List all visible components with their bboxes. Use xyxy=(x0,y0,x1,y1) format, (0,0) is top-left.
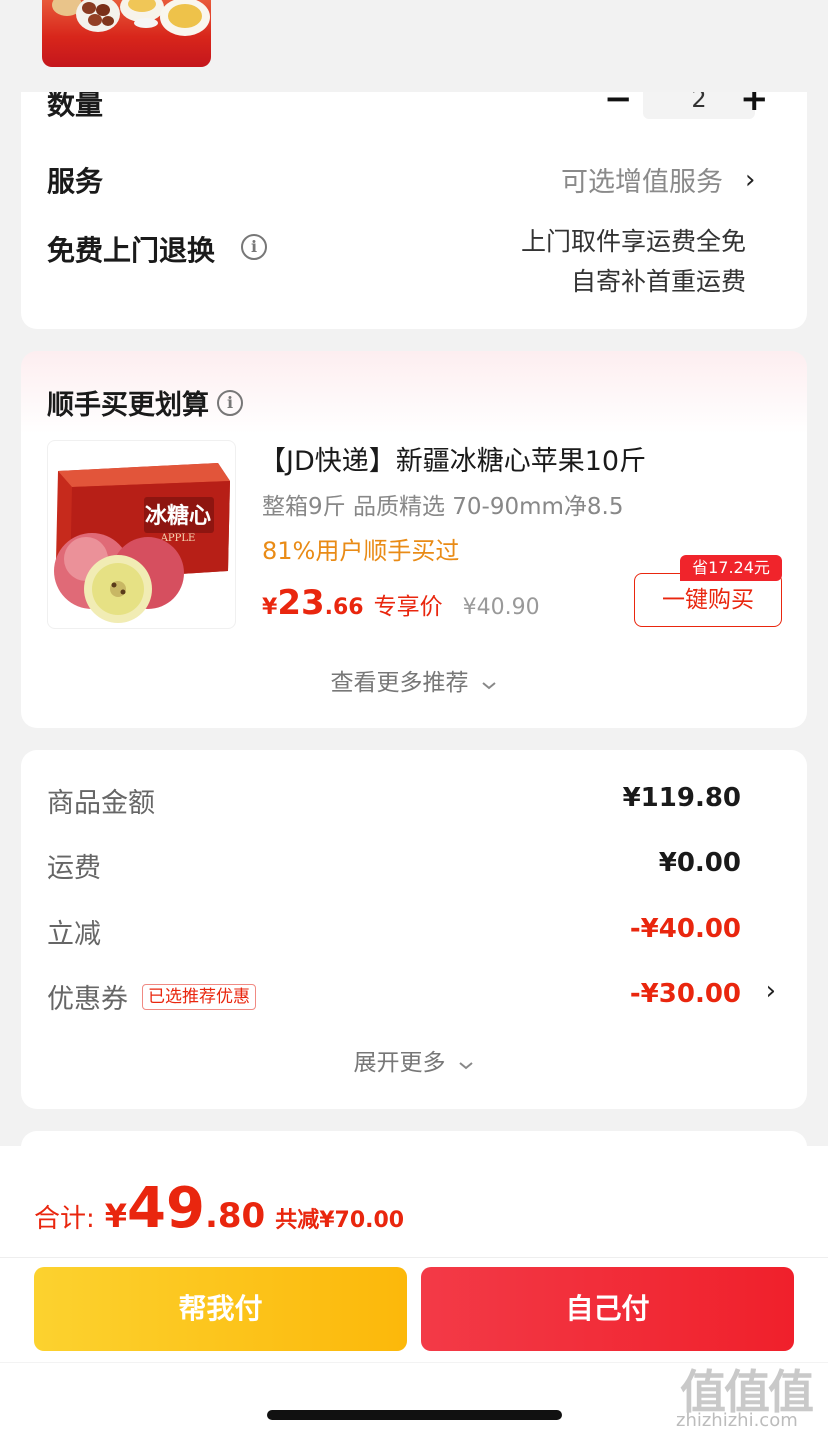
total-label: 合计: xyxy=(34,1204,95,1234)
watermark-url: zhizhizhi.com xyxy=(676,1410,798,1431)
free-return-info: 上门取件享运费全免 自寄补首重运费 xyxy=(521,222,746,302)
buyers-stat: 81%用户顺手买过 xyxy=(262,537,460,565)
help-me-pay-button[interactable]: 帮我付 xyxy=(34,1267,407,1351)
chevron-down-icon xyxy=(458,1061,473,1069)
recommendation-title: 顺手买更划算 xyxy=(47,390,209,421)
coupon-row[interactable]: 优惠券 已选推荐优惠 xyxy=(47,977,256,1016)
product-thumbnail xyxy=(42,0,211,67)
price-summary-card: 商品金额 ¥119.80 运费 ¥0.00 立减 -¥40.00 优惠券 已选推… xyxy=(21,750,807,1109)
coupon-badge: 已选推荐优惠 xyxy=(142,983,256,1010)
free-return-line-2: 自寄补首重运费 xyxy=(570,267,746,296)
recommendation-card: 顺手买更划算 i 冰糖心 APPLE 【JD快递】新疆冰糖心苹果10斤 整箱9斤… xyxy=(21,351,807,728)
price-currency: ¥ xyxy=(262,595,278,620)
goods-amount-value: ¥119.80 xyxy=(622,783,741,813)
recommendation-header: 顺手买更划算 i xyxy=(47,383,243,422)
quantity-label: 数量 xyxy=(47,92,104,121)
expand-more-label: 展开更多 xyxy=(353,1050,446,1076)
free-return-label: 免费上门退换 xyxy=(47,234,216,267)
instant-discount-value: -¥40.00 xyxy=(629,914,741,944)
info-icon[interactable]: i xyxy=(217,389,243,416)
goods-amount-label: 商品金额 xyxy=(47,788,155,819)
free-return-line-1: 上门取件享运费全免 xyxy=(520,227,746,256)
total-currency: ¥ xyxy=(104,1197,128,1235)
more-recommendations-link[interactable]: 查看更多推荐 xyxy=(21,663,807,697)
coupon-value[interactable]: -¥30.00 xyxy=(630,979,741,1009)
apple-box-illustration: 冰糖心 APPLE xyxy=(54,463,230,623)
quantity-input[interactable]: 2 xyxy=(643,92,755,119)
service-label: 服务 xyxy=(47,165,104,198)
service-selector[interactable]: 可选增值服务 › xyxy=(561,160,755,199)
original-price: ¥40.90 xyxy=(462,595,540,620)
price-integer: 23 xyxy=(277,583,325,623)
divider xyxy=(0,1257,828,1258)
info-icon[interactable]: i xyxy=(241,234,267,260)
instant-discount-label: 立减 xyxy=(47,919,101,950)
product-title[interactable]: 【JD快递】新疆冰糖心苹果10斤 xyxy=(259,439,646,478)
quantity-increase-button[interactable]: + xyxy=(740,92,769,116)
total-savings: 共减¥70.00 xyxy=(275,1208,405,1233)
chevron-right-icon[interactable]: › xyxy=(766,976,776,1006)
total-decimal: .80 xyxy=(204,1196,266,1236)
more-recommendations-label: 查看更多推荐 xyxy=(330,670,469,696)
service-value: 可选增值服务 xyxy=(561,167,723,198)
coupon-label: 优惠券 xyxy=(47,984,128,1015)
shipping-label: 运费 xyxy=(47,853,101,884)
price-decimal: .66 xyxy=(324,595,364,620)
expand-more-link[interactable]: 展开更多 xyxy=(21,1043,807,1077)
product-subtitle: 整箱9斤 品质精选 70-90mm净8.5 xyxy=(262,494,624,520)
one-click-buy-button[interactable]: 一键购买 xyxy=(634,573,782,627)
quantity-decrease-button[interactable]: − xyxy=(604,92,633,116)
box-text: 冰糖心 xyxy=(145,503,211,529)
total-price: 合计: ¥ 49 .80 共减¥70.00 xyxy=(34,1176,404,1246)
item-options-card: 数量 − 2 + 服务 可选增值服务 › 免费上门退换 i 上门取件享运费全免 … xyxy=(21,92,807,329)
price-tag: 专享价 xyxy=(373,594,443,620)
chevron-down-icon xyxy=(481,681,496,689)
checkout-bar: 合计: ¥ 49 .80 共减¥70.00 帮我付 自己付 值值值 zhizhi… xyxy=(0,1146,828,1437)
shipping-value: ¥0.00 xyxy=(658,848,741,878)
product-price: ¥ 23 .66 专享价 ¥40.90 xyxy=(262,583,540,623)
home-indicator[interactable] xyxy=(267,1410,562,1420)
pay-myself-button[interactable]: 自己付 xyxy=(421,1267,794,1351)
product-image[interactable]: 冰糖心 APPLE xyxy=(47,440,236,629)
chevron-right-icon: › xyxy=(745,164,756,195)
total-integer: 49 xyxy=(127,1176,205,1241)
savings-badge: 省17.24元 xyxy=(680,555,782,581)
